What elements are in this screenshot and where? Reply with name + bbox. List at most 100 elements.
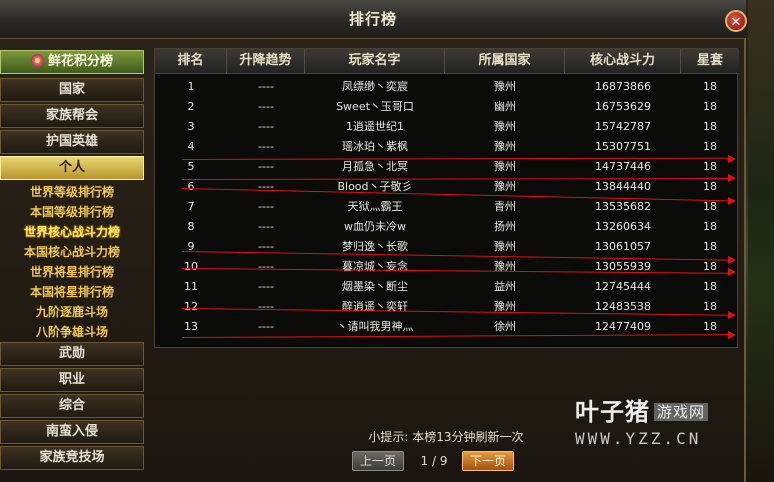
sidebar-item-family-arena[interactable]: 家族竞技场 [0, 446, 144, 470]
cell-rank: 5 [187, 160, 195, 173]
cell-star-set: 18 [703, 120, 717, 133]
cell-rank: 1 [187, 80, 195, 93]
sub-item-country-level[interactable]: 本国等级排行榜 [0, 202, 144, 222]
close-button[interactable]: ✕ [725, 10, 747, 32]
table-row[interactable]: 9 ---- 梦归逸丶长歌 豫州 13061057 18 [155, 237, 739, 257]
watermark-tag: 游戏网 [654, 403, 709, 421]
cell-country: 徐州 [494, 320, 516, 333]
sub-item-world-level[interactable]: 世界等级排行榜 [0, 182, 144, 202]
annotation-arrow [728, 311, 736, 319]
cell-core-power: 15742787 [595, 120, 651, 133]
cell-trend: ---- [258, 180, 274, 193]
header-star-set: 星套 [696, 53, 723, 68]
cell-rank: 13 [184, 320, 198, 333]
cell-country: 豫州 [494, 140, 516, 153]
table-row[interactable]: 2 ---- Sweet丶玉哥口 幽州 16753629 18 [155, 97, 739, 117]
sub-item-world-general-star[interactable]: 世界将星排行榜 [0, 262, 144, 282]
cell-star-set: 18 [703, 280, 717, 293]
table-row[interactable]: 4 ---- 瑶冰珀丶紫枫 豫州 15307751 18 [155, 137, 739, 157]
cell-country: 青州 [494, 200, 516, 213]
header-country: 所属国家 [445, 49, 565, 73]
annotation-arrow [728, 331, 736, 339]
cell-country: 扬州 [494, 220, 516, 233]
cell-core-power: 16873866 [595, 80, 651, 93]
cell-core-power: 13061057 [595, 240, 651, 253]
cell-rank: 10 [184, 260, 198, 273]
sub-item-tier9-arena[interactable]: 九阶逐鹿斗场 [0, 302, 144, 322]
cell-player-name: 醉逍遥丶奕轩 [342, 300, 408, 313]
header-core-power: 核心战斗力 [565, 49, 681, 73]
table-header: 排名 升降趋势 玩家名字 所属国家 核心战斗力 星套 [155, 49, 739, 74]
sidebar-item-country[interactable]: 国家 [0, 78, 144, 102]
cell-trend: ---- [258, 320, 274, 333]
sidebar-item-barbarian-invasion[interactable]: 南蛮入侵 [0, 420, 144, 444]
cell-country: 豫州 [494, 240, 516, 253]
sidebar-header-flower-ranking[interactable]: 鲜花积分榜 [0, 50, 144, 74]
header-trend: 升降趋势 [227, 49, 305, 73]
cell-trend: ---- [258, 200, 274, 213]
cell-country: 豫州 [494, 260, 516, 273]
annotation-arrow [728, 155, 736, 163]
cell-rank: 9 [187, 240, 195, 253]
sidebar-item-military-merit[interactable]: 武勋 [0, 342, 144, 366]
cell-rank: 11 [184, 280, 198, 293]
cell-core-power: 14737446 [595, 160, 651, 173]
cell-country: 豫州 [494, 120, 516, 133]
cell-core-power: 16753629 [595, 100, 651, 113]
cell-player-name: Sweet丶玉哥口 [336, 100, 414, 113]
watermark-url: WWW.YZZ.CN [575, 429, 702, 448]
sidebar-item-overall[interactable]: 综合 [0, 394, 144, 418]
cell-star-set: 18 [703, 140, 717, 153]
window-title: 排行榜 [348, 10, 397, 28]
sidebar-item-national-hero[interactable]: 护国英雄 [0, 130, 144, 154]
table-row[interactable]: 10 ---- 暮凉城丶妄念 豫州 13055939 18 [155, 257, 739, 277]
cell-rank: 7 [187, 200, 195, 213]
cell-player-name: 天狱灬霸王 [347, 200, 403, 213]
cell-player-name: 凤缥缈丶奕宸 [342, 80, 408, 93]
cell-core-power: 13055939 [595, 260, 651, 273]
sub-item-country-core-power[interactable]: 本国核心战斗力榜 [0, 242, 144, 262]
cell-trend: ---- [258, 140, 274, 153]
cell-rank: 2 [187, 100, 195, 113]
cell-player-name: 暮凉城丶妄念 [342, 260, 408, 273]
cell-trend: ---- [258, 280, 274, 293]
next-page-button[interactable]: 下一页 [462, 451, 514, 471]
prev-page-button[interactable]: 上一页 [352, 451, 404, 471]
cell-country: 豫州 [494, 80, 516, 93]
sub-item-tier8-arena[interactable]: 八阶争雄斗场 [0, 322, 144, 342]
cell-player-name: w血仍未冷w [344, 220, 406, 233]
cell-player-name: 烟墨染丶断尘 [342, 280, 408, 293]
cell-core-power: 12745444 [595, 280, 651, 293]
watermark-brand: 叶子猪 [575, 398, 650, 426]
sidebar-item-profession[interactable]: 职业 [0, 368, 144, 392]
table-row[interactable]: 3 ---- 1逍遥世纪1 豫州 15742787 18 [155, 117, 739, 137]
cell-rank: 4 [187, 140, 195, 153]
sidebar-item-personal[interactable]: 个人 [0, 156, 144, 180]
table-row[interactable]: 11 ---- 烟墨染丶断尘 益州 12745444 18 [155, 277, 739, 297]
cell-country: 豫州 [494, 300, 516, 313]
header-rank: 排名 [155, 49, 227, 73]
cell-star-set: 18 [703, 240, 717, 253]
table-row[interactable]: 8 ---- w血仍未冷w 扬州 13260634 18 [155, 217, 739, 237]
cell-trend: ---- [258, 80, 274, 93]
table-row[interactable]: 7 ---- 天狱灬霸王 青州 13535682 18 [155, 197, 739, 217]
cell-rank: 3 [187, 120, 195, 133]
cell-trend: ---- [258, 120, 274, 133]
table-row[interactable]: 5 ---- 月孤急丶北冥 豫州 14737446 18 [155, 157, 739, 177]
table-row[interactable]: 1 ---- 凤缥缈丶奕宸 豫州 16873866 18 [155, 77, 739, 97]
cell-player-name: 瑶冰珀丶紫枫 [342, 140, 408, 153]
sidebar-item-family-guild[interactable]: 家族帮会 [0, 104, 144, 128]
cell-trend: ---- [258, 220, 274, 233]
sub-item-country-general-star[interactable]: 本国将星排行榜 [0, 282, 144, 302]
sidebar: 鲜花积分榜 国家 家族帮会 护国英雄 个人 世界等级排行榜 本国等级排行榜 世界… [0, 46, 144, 482]
annotation-arrow [728, 197, 736, 205]
cell-player-name: 1逍遥世纪1 [346, 120, 404, 133]
cell-trend: ---- [258, 300, 274, 313]
cell-core-power: 13260634 [595, 220, 651, 233]
annotation-arrow [728, 268, 736, 276]
page-indicator: 1 / 9 [420, 454, 448, 468]
cell-star-set: 18 [703, 80, 717, 93]
sub-item-world-core-power[interactable]: 世界核心战斗力榜 [0, 222, 144, 242]
cell-rank: 8 [187, 220, 195, 233]
annotation-arrow [728, 174, 736, 182]
